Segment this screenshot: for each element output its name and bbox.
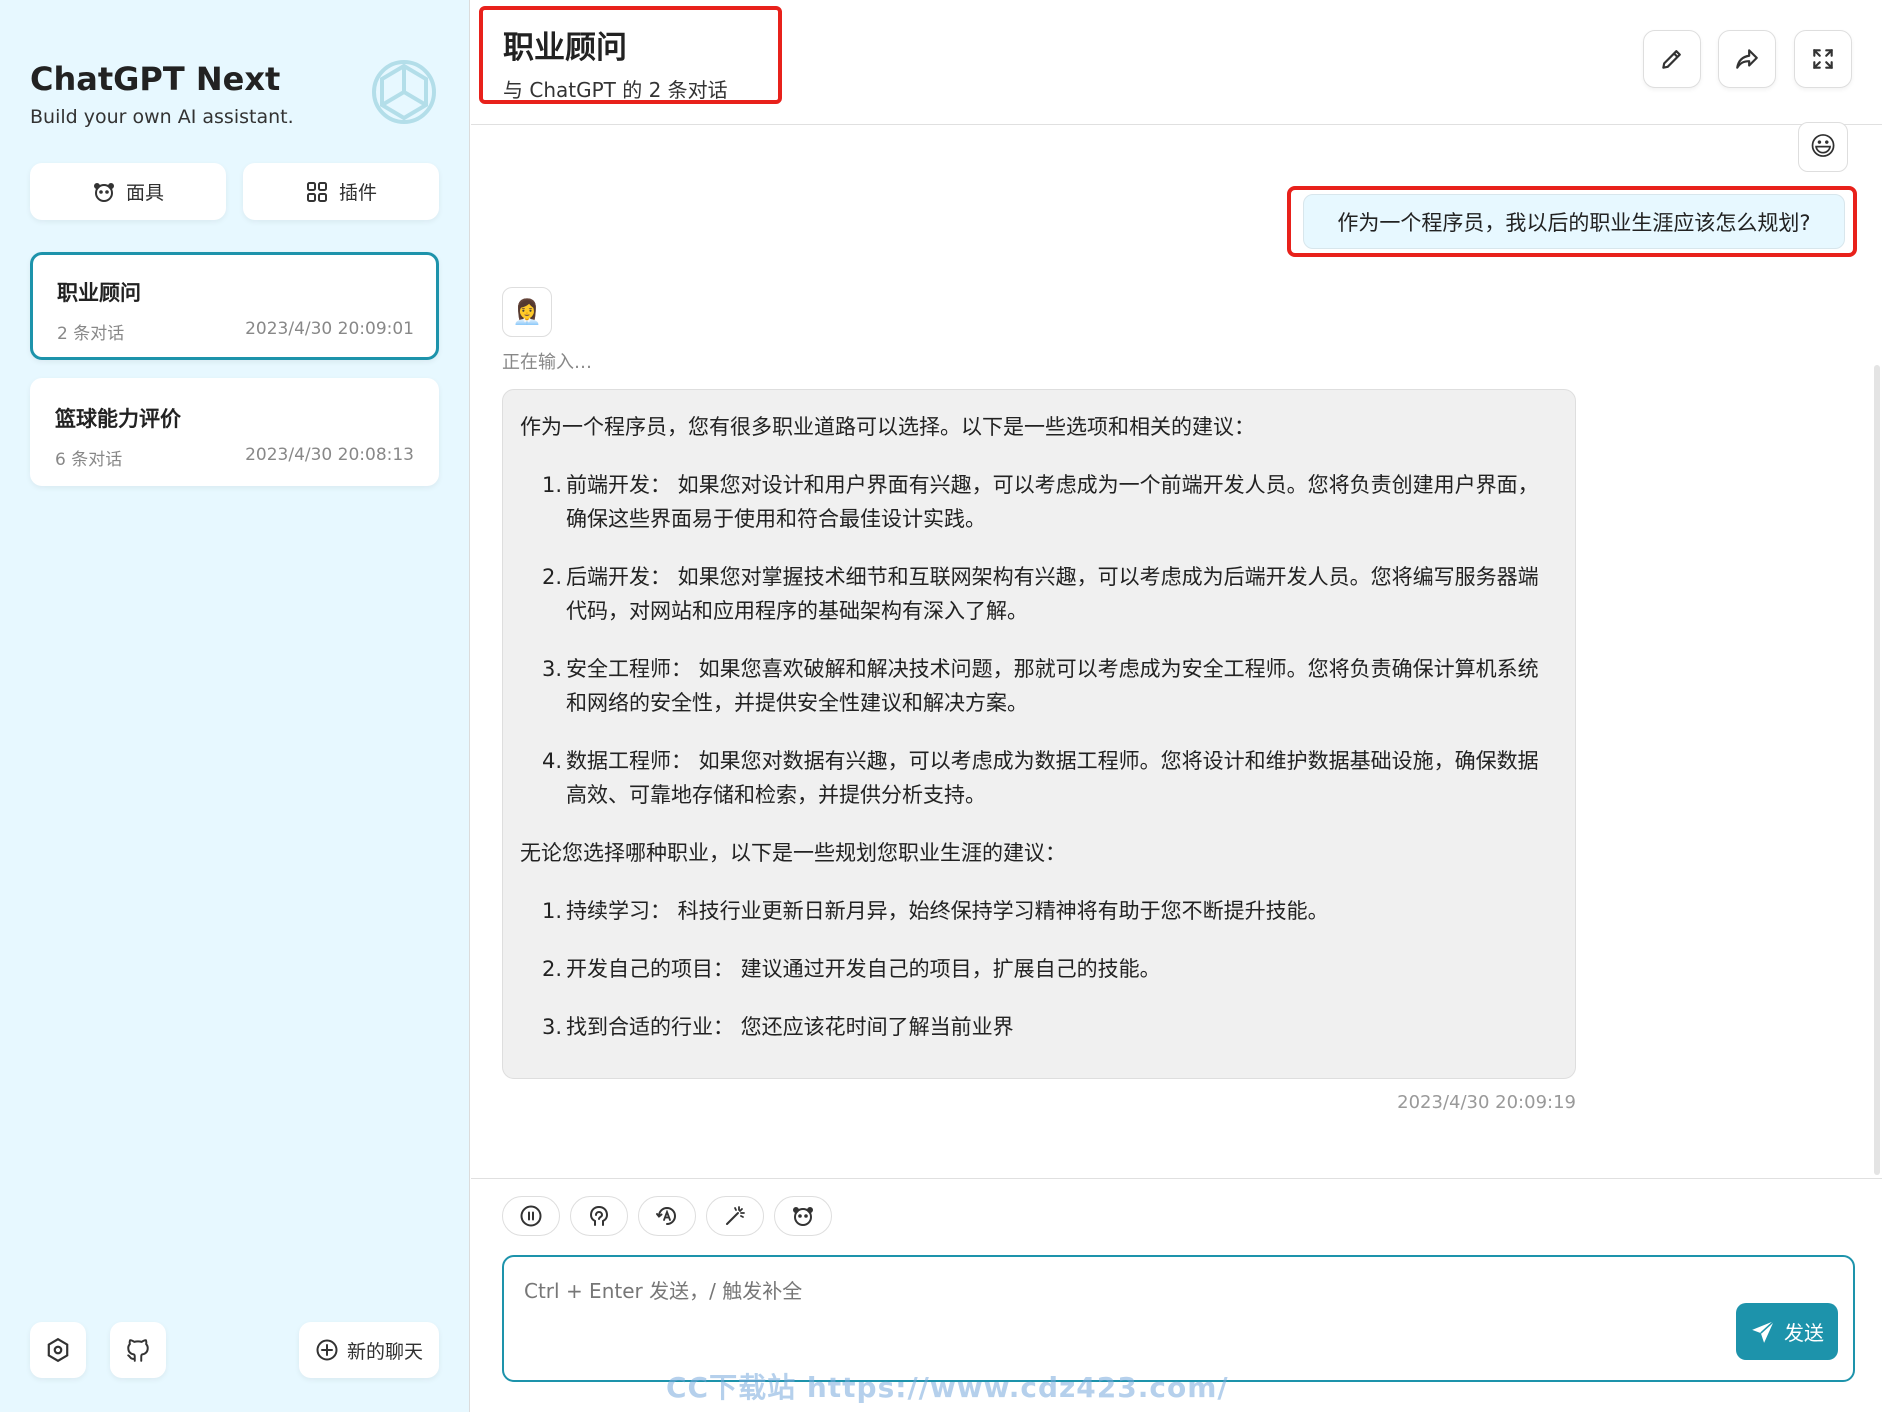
github-icon xyxy=(127,1339,149,1362)
mask-button-label: 面具 xyxy=(125,182,164,204)
message-input[interactable] xyxy=(524,1275,1524,1315)
mask-icon xyxy=(93,182,114,202)
stop-button[interactable] xyxy=(502,1196,560,1236)
send-plane-icon xyxy=(1752,1320,1775,1343)
chat-header: 职业顾问 与 ChatGPT 的 2 条对话 xyxy=(471,0,1882,125)
chat-item-career[interactable]: 职业顾问 2 条对话 2023/4/30 20:09:01 xyxy=(30,252,439,360)
magic-button[interactable] xyxy=(706,1196,764,1236)
pencil-icon xyxy=(1662,50,1681,69)
list-item: 2. 开发自己的项目： 建议通过开发自己的项目，扩展自己的技能。 xyxy=(542,957,1161,981)
prompt-button[interactable] xyxy=(638,1196,696,1236)
planning-tips-list: 1. 持续学习： 科技行业更新日新月异，始终保持学习精神将有助于您不断提升技能。 … xyxy=(520,894,1555,1044)
share-button[interactable] xyxy=(1718,30,1776,88)
message-timestamp: 2023/4/30 20:09:19 xyxy=(1397,1092,1576,1113)
bot-message: 作为一个程序员，您有很多职业道路可以选择。以下是一些选项和相关的建议： 1. 前端… xyxy=(502,389,1576,1079)
bot-intro: 作为一个程序员，您有很多职业道路可以选择。以下是一些选项和相关的建议： xyxy=(520,415,1255,439)
user-message: 作为一个程序员，我以后的职业生涯应该怎么规划? xyxy=(1303,194,1845,249)
share-arrow-icon xyxy=(1736,49,1758,69)
user-avatar: 😃 xyxy=(1798,122,1848,172)
send-button-label: 发送 xyxy=(1784,1321,1824,1345)
chat-main: 职业顾问 与 ChatGPT 的 2 条对话 😃 作为一个程序员，我以后的职业生… xyxy=(471,0,1882,1412)
plugin-button-label: 插件 xyxy=(338,182,377,204)
add-circle-icon xyxy=(316,1339,338,1361)
theme-button[interactable] xyxy=(570,1196,628,1236)
list-item: 1. 持续学习： 科技行业更新日新月异，始终保持学习精神将有助于您不断提升技能。 xyxy=(542,899,1329,923)
chat-item-count: 2 条对话 xyxy=(57,324,125,344)
plugin-button[interactable]: 插件 xyxy=(243,163,439,220)
grid-icon xyxy=(306,181,327,202)
github-button[interactable] xyxy=(110,1322,166,1378)
fullscreen-icon xyxy=(1813,49,1833,69)
bot-avatar: 👩‍💼 xyxy=(502,287,552,337)
mask-button[interactable]: 面具 xyxy=(30,163,226,220)
prompt-a-icon xyxy=(656,1207,676,1225)
career-options-list: 1. 前端开发： 如果您对设计和用户界面有兴趣，可以考虑成为一个前端开发人员。您将… xyxy=(520,468,1555,812)
list-item: 1. 前端开发： 如果您对设计和用户界面有兴趣，可以考虑成为一个前端开发人员。您将… xyxy=(542,473,1539,531)
app-title: ChatGPT Next xyxy=(30,60,281,98)
chat-title[interactable]: 职业顾问 xyxy=(503,22,627,67)
settings-icon xyxy=(47,1337,69,1363)
chat-item-basketball[interactable]: 篮球能力评价 6 条对话 2023/4/30 20:08:13 xyxy=(30,378,439,486)
app-subtitle: Build your own AI assistant. xyxy=(30,106,294,128)
scrollbar[interactable] xyxy=(1874,365,1880,1175)
mask-tool-button[interactable] xyxy=(774,1196,832,1236)
chat-item-title: 篮球能力评价 xyxy=(55,407,181,431)
chat-item-date: 2023/4/30 20:09:01 xyxy=(245,319,414,339)
chat-item-count: 6 条对话 xyxy=(55,450,123,470)
magic-wand-icon xyxy=(726,1206,745,1225)
message-input-box[interactable] xyxy=(502,1255,1855,1382)
brain-icon xyxy=(589,1206,609,1226)
chat-subtitle: 与 ChatGPT 的 2 条对话 xyxy=(503,78,728,102)
new-chat-label: 新的聊天 xyxy=(346,1340,423,1363)
chat-item-title: 职业顾问 xyxy=(57,281,141,305)
list-item: 4. 数据工程师： 如果您对数据有兴趣，可以考虑成为数据工程师。您将设计和维护数据… xyxy=(542,749,1539,807)
typing-indicator: 正在输入… xyxy=(502,352,592,373)
pause-icon xyxy=(520,1205,542,1227)
sidebar: ChatGPT Next Build your own AI assistant… xyxy=(0,0,470,1412)
rename-button[interactable] xyxy=(1643,30,1701,88)
list-item: 2. 后端开发： 如果您对掌握技术细节和互联网架构有兴趣，可以考虑成为后端开发人员… xyxy=(542,565,1539,623)
list-item: 3. 安全工程师： 如果您喜欢破解和解决技术问题，那就可以考虑成为安全工程师。您将… xyxy=(542,657,1539,715)
mask-icon xyxy=(793,1207,813,1226)
chat-item-date: 2023/4/30 20:08:13 xyxy=(245,445,414,465)
new-chat-button[interactable]: 新的聊天 xyxy=(299,1322,439,1378)
bot-mid: 无论您选择哪种职业，以下是一些规划您职业生涯的建议： xyxy=(520,841,1066,865)
watermark: CC下载站 https://www.cdz423.com/ xyxy=(666,1371,1229,1404)
list-item: 3. 找到合适的行业： 您还应该花时间了解当前业界 xyxy=(542,1015,1014,1039)
send-button[interactable]: 发送 xyxy=(1736,1303,1838,1360)
fullscreen-button[interactable] xyxy=(1794,30,1852,88)
openai-logo-icon xyxy=(372,60,436,124)
settings-button[interactable] xyxy=(30,1322,86,1378)
